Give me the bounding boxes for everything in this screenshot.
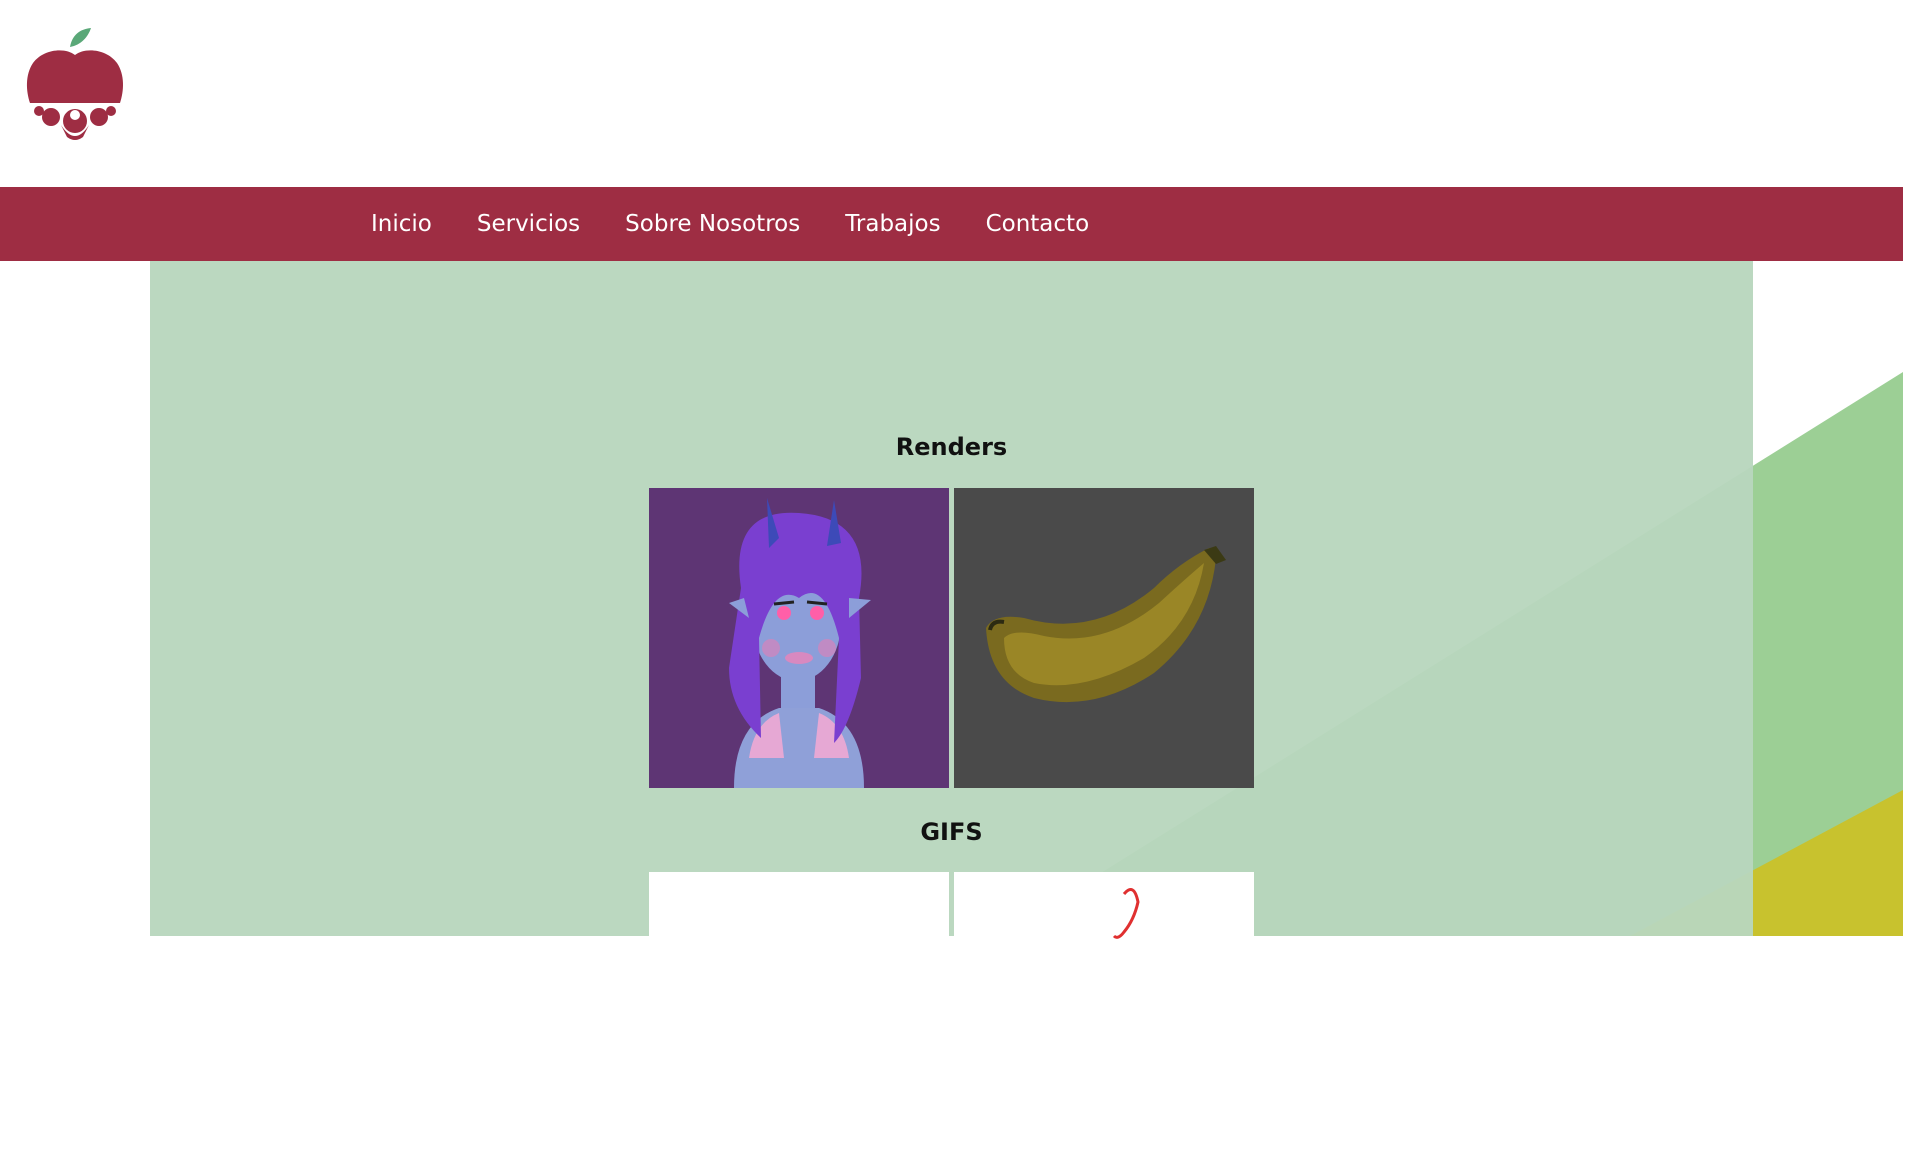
banana-render-image[interactable] xyxy=(954,488,1254,788)
blank-gif-image[interactable] xyxy=(649,872,949,1172)
renders-section-title: Renders xyxy=(895,433,1008,461)
demon-character-render-image[interactable] xyxy=(649,488,949,788)
nav-link-trabajos[interactable]: Trabajos xyxy=(845,211,940,237)
nav-list: Inicio Servicios Sobre Nosotros Trabajos… xyxy=(371,187,1089,261)
nav-link-inicio[interactable]: Inicio xyxy=(371,211,432,237)
apple-people-logo-icon[interactable] xyxy=(25,25,125,145)
portfolio-content: Renders GIFS xyxy=(150,261,1753,1172)
gifs-section-title: GIFS xyxy=(920,818,983,846)
nav-link-servicios[interactable]: Servicios xyxy=(477,211,580,237)
nav-link-contacto[interactable]: Contacto xyxy=(986,211,1090,237)
red-sketch-gif-image[interactable] xyxy=(954,872,1254,1172)
nav-link-sobre-nosotros[interactable]: Sobre Nosotros xyxy=(625,211,800,237)
main-navbar: Inicio Servicios Sobre Nosotros Trabajos… xyxy=(0,187,1903,261)
site-header xyxy=(0,0,1905,187)
